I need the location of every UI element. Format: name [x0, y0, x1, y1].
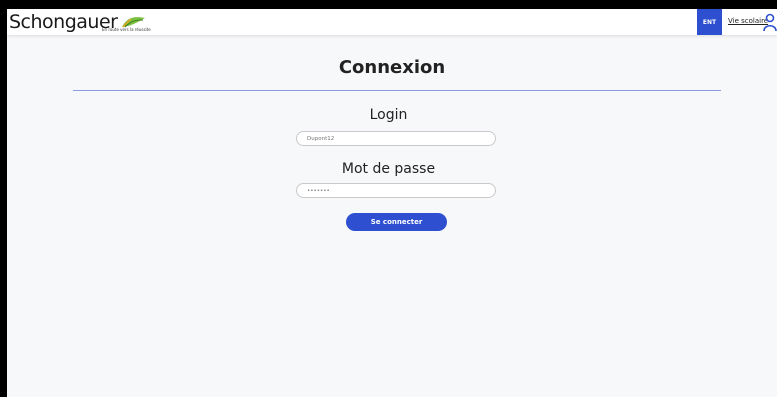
user-icon[interactable] — [763, 13, 777, 35]
ent-button[interactable]: ENT — [697, 9, 722, 35]
page-title: Connexion — [338, 57, 446, 78]
password-label: Mot de passe — [341, 161, 436, 177]
page: Schongauer En route vers la réussite ENT… — [7, 9, 777, 397]
login-label: Login — [369, 107, 408, 123]
header: Schongauer En route vers la réussite ENT… — [7, 9, 777, 35]
login-input[interactable] — [296, 131, 496, 146]
login-submit-button[interactable]: Se connecter — [346, 213, 447, 231]
title-divider — [73, 90, 721, 91]
logo-tagline: En route vers la réussite — [102, 27, 151, 32]
password-input[interactable] — [296, 183, 496, 198]
